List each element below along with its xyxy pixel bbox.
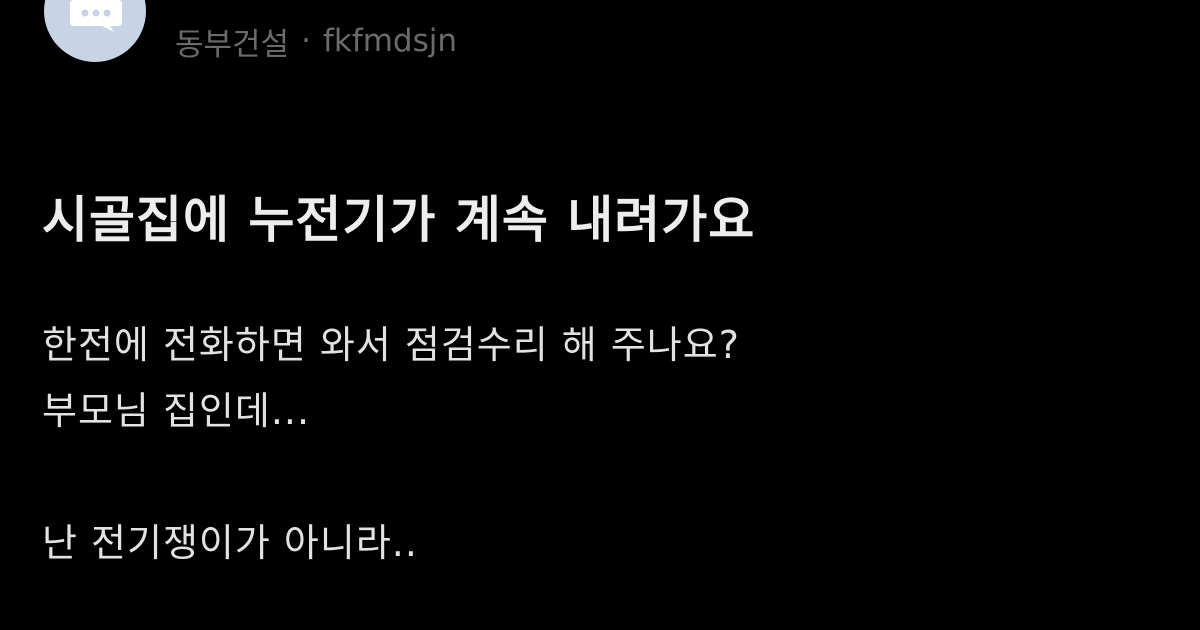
meta-separator: · — [301, 23, 311, 59]
post-card: 동부건설 · fkfmdsjn 시골집에 누전기가 계속 내려가요 한전에 전화… — [0, 0, 1200, 630]
post-body-line: 한전에 전화하면 와서 점검수리 해 주나요? — [42, 323, 740, 367]
author-username[interactable]: fkfmdsjn — [323, 23, 457, 59]
post-body: 한전에 전화하면 와서 점검수리 해 주나요? 부모님 집인데... 난 전기쟁… — [42, 312, 740, 576]
post-body-line: 부모님 집인데... — [42, 389, 311, 433]
author-name[interactable]: 동부건설 — [175, 19, 289, 64]
author-avatar[interactable] — [44, 0, 146, 62]
speech-bubble-icon — [70, 0, 122, 32]
author-meta: 동부건설 · fkfmdsjn — [175, 19, 457, 64]
post-title: 시골집에 누전기가 계속 내려가요 — [42, 191, 756, 249]
post-body-line: 난 전기쟁이가 아니라.. — [42, 521, 418, 565]
